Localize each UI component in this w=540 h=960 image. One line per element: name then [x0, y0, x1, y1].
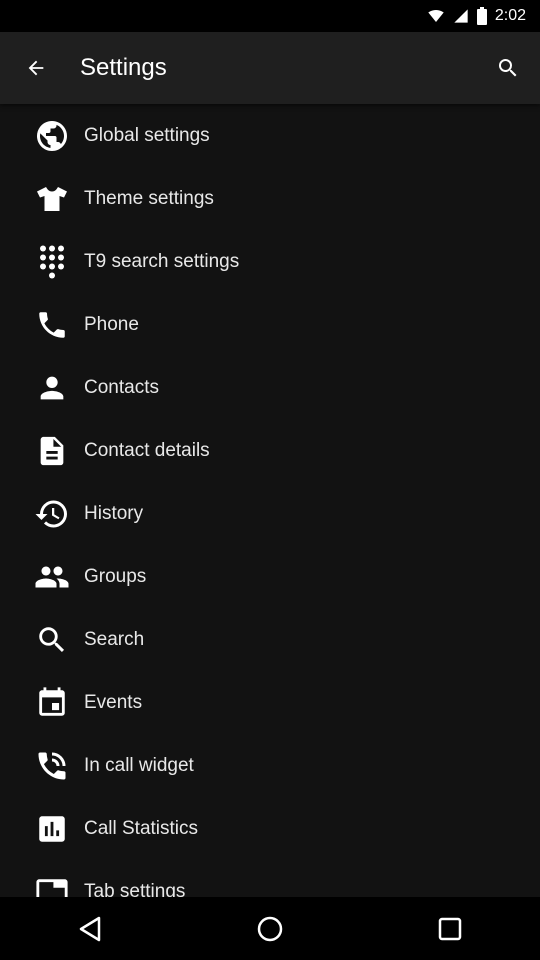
search-icon	[34, 622, 70, 658]
settings-item-history[interactable]: History	[0, 482, 540, 545]
status-bar: 2:02	[0, 0, 540, 32]
app-bar: Settings	[0, 32, 540, 104]
document-icon	[34, 433, 70, 469]
search-button[interactable]	[484, 44, 532, 92]
battery-icon	[476, 7, 487, 25]
calendar-icon	[34, 685, 70, 721]
settings-item-label: Phone	[84, 313, 139, 335]
tab-icon	[34, 874, 70, 897]
settings-item-label: Call Statistics	[84, 817, 199, 839]
dialpad-icon	[34, 244, 70, 280]
signal-icon	[453, 8, 469, 24]
status-icons: 2:02	[427, 0, 526, 32]
settings-item-label: Theme settings	[84, 187, 214, 209]
settings-item-label: Groups	[84, 565, 147, 587]
nav-recents-button[interactable]	[420, 905, 480, 953]
triangle-back-icon	[77, 915, 103, 943]
settings-item-contacts[interactable]: Contacts	[0, 356, 540, 419]
nav-home-button[interactable]	[240, 905, 300, 953]
status-time: 2:02	[494, 7, 526, 24]
history-icon	[34, 496, 70, 532]
settings-list: Global settings Theme settings T9 search…	[0, 104, 540, 897]
settings-item-contact-details[interactable]: Contact details	[0, 419, 540, 482]
settings-item-label: Tab settings	[84, 880, 186, 898]
square-recents-icon	[437, 916, 463, 942]
phone-in-talk-icon	[34, 748, 70, 784]
navigation-bar	[0, 897, 540, 960]
settings-item-search[interactable]: Search	[0, 608, 540, 671]
settings-item-theme[interactable]: Theme settings	[0, 167, 540, 230]
person-icon	[34, 370, 70, 406]
settings-item-t9-search[interactable]: T9 search settings	[0, 230, 540, 293]
circle-home-icon	[256, 915, 284, 943]
wifi-icon	[427, 8, 445, 24]
bar-chart-icon	[34, 811, 70, 847]
settings-item-tab-settings[interactable]: Tab settings	[0, 860, 540, 897]
settings-item-global[interactable]: Global settings	[0, 104, 540, 167]
search-icon	[496, 56, 520, 80]
shirt-icon	[34, 181, 70, 217]
back-button[interactable]	[12, 44, 60, 92]
settings-item-events[interactable]: Events	[0, 671, 540, 734]
settings-item-groups[interactable]: Groups	[0, 545, 540, 608]
settings-item-phone[interactable]: Phone	[0, 293, 540, 356]
settings-item-label: Global settings	[84, 124, 210, 146]
settings-item-label: Contacts	[84, 376, 159, 398]
settings-item-in-call-widget[interactable]: In call widget	[0, 734, 540, 797]
globe-icon	[34, 118, 70, 154]
settings-item-label: Contact details	[84, 439, 210, 461]
group-icon	[34, 559, 70, 595]
settings-item-label: Events	[84, 691, 143, 713]
settings-item-label: T9 search settings	[84, 250, 240, 272]
settings-item-label: In call widget	[84, 754, 194, 776]
arrow-back-icon	[25, 57, 47, 79]
nav-back-button[interactable]	[60, 905, 120, 953]
phone-icon	[34, 307, 70, 343]
settings-item-label: Search	[84, 628, 145, 650]
settings-item-label: History	[84, 502, 144, 524]
page-title: Settings	[80, 54, 167, 81]
settings-item-call-statistics[interactable]: Call Statistics	[0, 797, 540, 860]
